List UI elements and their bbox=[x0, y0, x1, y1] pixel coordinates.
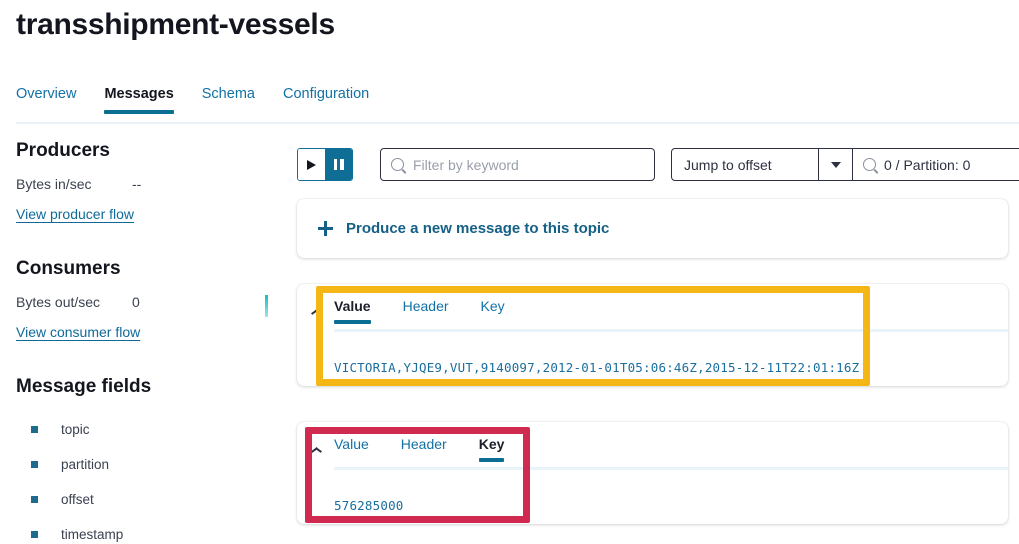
message-field-label: partition bbox=[61, 457, 110, 472]
list-item[interactable]: topic bbox=[16, 412, 266, 447]
message-tab-value[interactable]: Value bbox=[334, 436, 385, 462]
pause-button[interactable] bbox=[325, 149, 352, 180]
bytes-in-per-sec-value: -- bbox=[132, 176, 142, 192]
message-key-text: 576285000 bbox=[334, 498, 404, 513]
play-pause-toggle[interactable] bbox=[297, 148, 353, 181]
bytes-in-per-sec-row: Bytes in/sec -- bbox=[16, 176, 266, 192]
bytes-in-per-sec-label: Bytes in/sec bbox=[16, 176, 92, 192]
jump-to-offset-select[interactable]: Jump to offset bbox=[672, 149, 818, 180]
message-fields-heading: Message fields bbox=[16, 376, 152, 397]
tabs-divider bbox=[16, 122, 1019, 124]
bullet-icon bbox=[31, 426, 38, 433]
plus-icon bbox=[318, 221, 333, 236]
message-card: Value Header Key 576285000 bbox=[297, 422, 1008, 524]
tab-overview[interactable]: Overview bbox=[16, 86, 90, 114]
bullet-icon bbox=[31, 461, 38, 468]
tab-configuration[interactable]: Configuration bbox=[269, 86, 383, 114]
list-item[interactable]: offset bbox=[16, 482, 266, 517]
message-tabs: Value Header Key bbox=[334, 436, 1008, 462]
messages-toolbar: Filter by keyword Jump to offset 0 / Par… bbox=[297, 148, 1019, 181]
list-item[interactable]: partition bbox=[16, 447, 266, 482]
pause-icon bbox=[333, 159, 344, 170]
message-tabs-divider bbox=[334, 329, 1008, 332]
message-field-label: offset bbox=[61, 492, 94, 507]
message-tab-key[interactable]: Key bbox=[465, 298, 521, 324]
message-fields-list: topic partition offset timestamp bbox=[16, 412, 266, 544]
message-tab-header[interactable]: Header bbox=[385, 436, 463, 462]
offset-control-group: Jump to offset 0 / Partition: 0 bbox=[671, 148, 1019, 181]
search-input[interactable]: Filter by keyword bbox=[380, 148, 655, 181]
offset-partition-value: 0 / Partition: 0 bbox=[884, 156, 971, 173]
message-field-label: timestamp bbox=[61, 527, 124, 542]
producers-heading: Producers bbox=[16, 140, 110, 161]
consumers-heading: Consumers bbox=[16, 258, 121, 279]
view-producer-flow-link[interactable]: View producer flow bbox=[16, 206, 134, 222]
play-button[interactable] bbox=[298, 149, 325, 180]
bullet-icon bbox=[31, 531, 38, 538]
messages-page: transshipment-vessels Overview Messages … bbox=[0, 0, 1019, 544]
message-value-text: VICTORIA,YJQE9,VUT,9140097,2012-01-01T05… bbox=[334, 360, 860, 375]
page-title: transshipment-vessels bbox=[16, 8, 335, 41]
message-tab-header[interactable]: Header bbox=[387, 298, 465, 324]
message-tab-key[interactable]: Key bbox=[463, 436, 521, 462]
offset-partition-input[interactable]: 0 / Partition: 0 bbox=[852, 149, 1019, 180]
bytes-out-per-sec-value: 0 bbox=[132, 294, 140, 310]
search-input-placeholder: Filter by keyword bbox=[413, 156, 519, 173]
produce-message-label: Produce a new message to this topic bbox=[346, 220, 610, 237]
throughput-sparkline bbox=[265, 295, 268, 317]
search-icon bbox=[391, 158, 404, 171]
message-card: Value Header Key VICTORIA,YJQE9,VUT,9140… bbox=[297, 284, 1008, 386]
message-tabs-divider bbox=[334, 467, 1008, 470]
search-icon bbox=[863, 158, 876, 171]
produce-message-button[interactable]: Produce a new message to this topic bbox=[297, 199, 1008, 258]
bytes-out-per-sec-label: Bytes out/sec bbox=[16, 294, 101, 310]
list-item[interactable]: timestamp bbox=[16, 517, 266, 544]
main-tabs: Overview Messages Schema Configuration bbox=[16, 86, 1019, 122]
chevron-down-icon bbox=[830, 161, 841, 168]
sidebar: Producers Bytes in/sec -- View producer … bbox=[16, 140, 266, 544]
bullet-icon bbox=[31, 496, 38, 503]
bytes-out-per-sec-row: Bytes out/sec 0 bbox=[16, 294, 266, 310]
produce-message-card[interactable]: Produce a new message to this topic bbox=[297, 199, 1008, 258]
message-tabs: Value Header Key bbox=[334, 298, 1008, 324]
chevron-up-icon[interactable] bbox=[311, 308, 322, 315]
chevron-up-icon[interactable] bbox=[311, 446, 322, 453]
tab-messages[interactable]: Messages bbox=[90, 86, 187, 114]
message-field-label: topic bbox=[61, 422, 90, 437]
play-icon bbox=[307, 159, 316, 170]
jump-to-offset-dropdown-button[interactable] bbox=[818, 149, 852, 180]
view-consumer-flow-link[interactable]: View consumer flow bbox=[16, 324, 140, 340]
tab-schema[interactable]: Schema bbox=[188, 86, 269, 114]
message-tab-value[interactable]: Value bbox=[334, 298, 387, 324]
